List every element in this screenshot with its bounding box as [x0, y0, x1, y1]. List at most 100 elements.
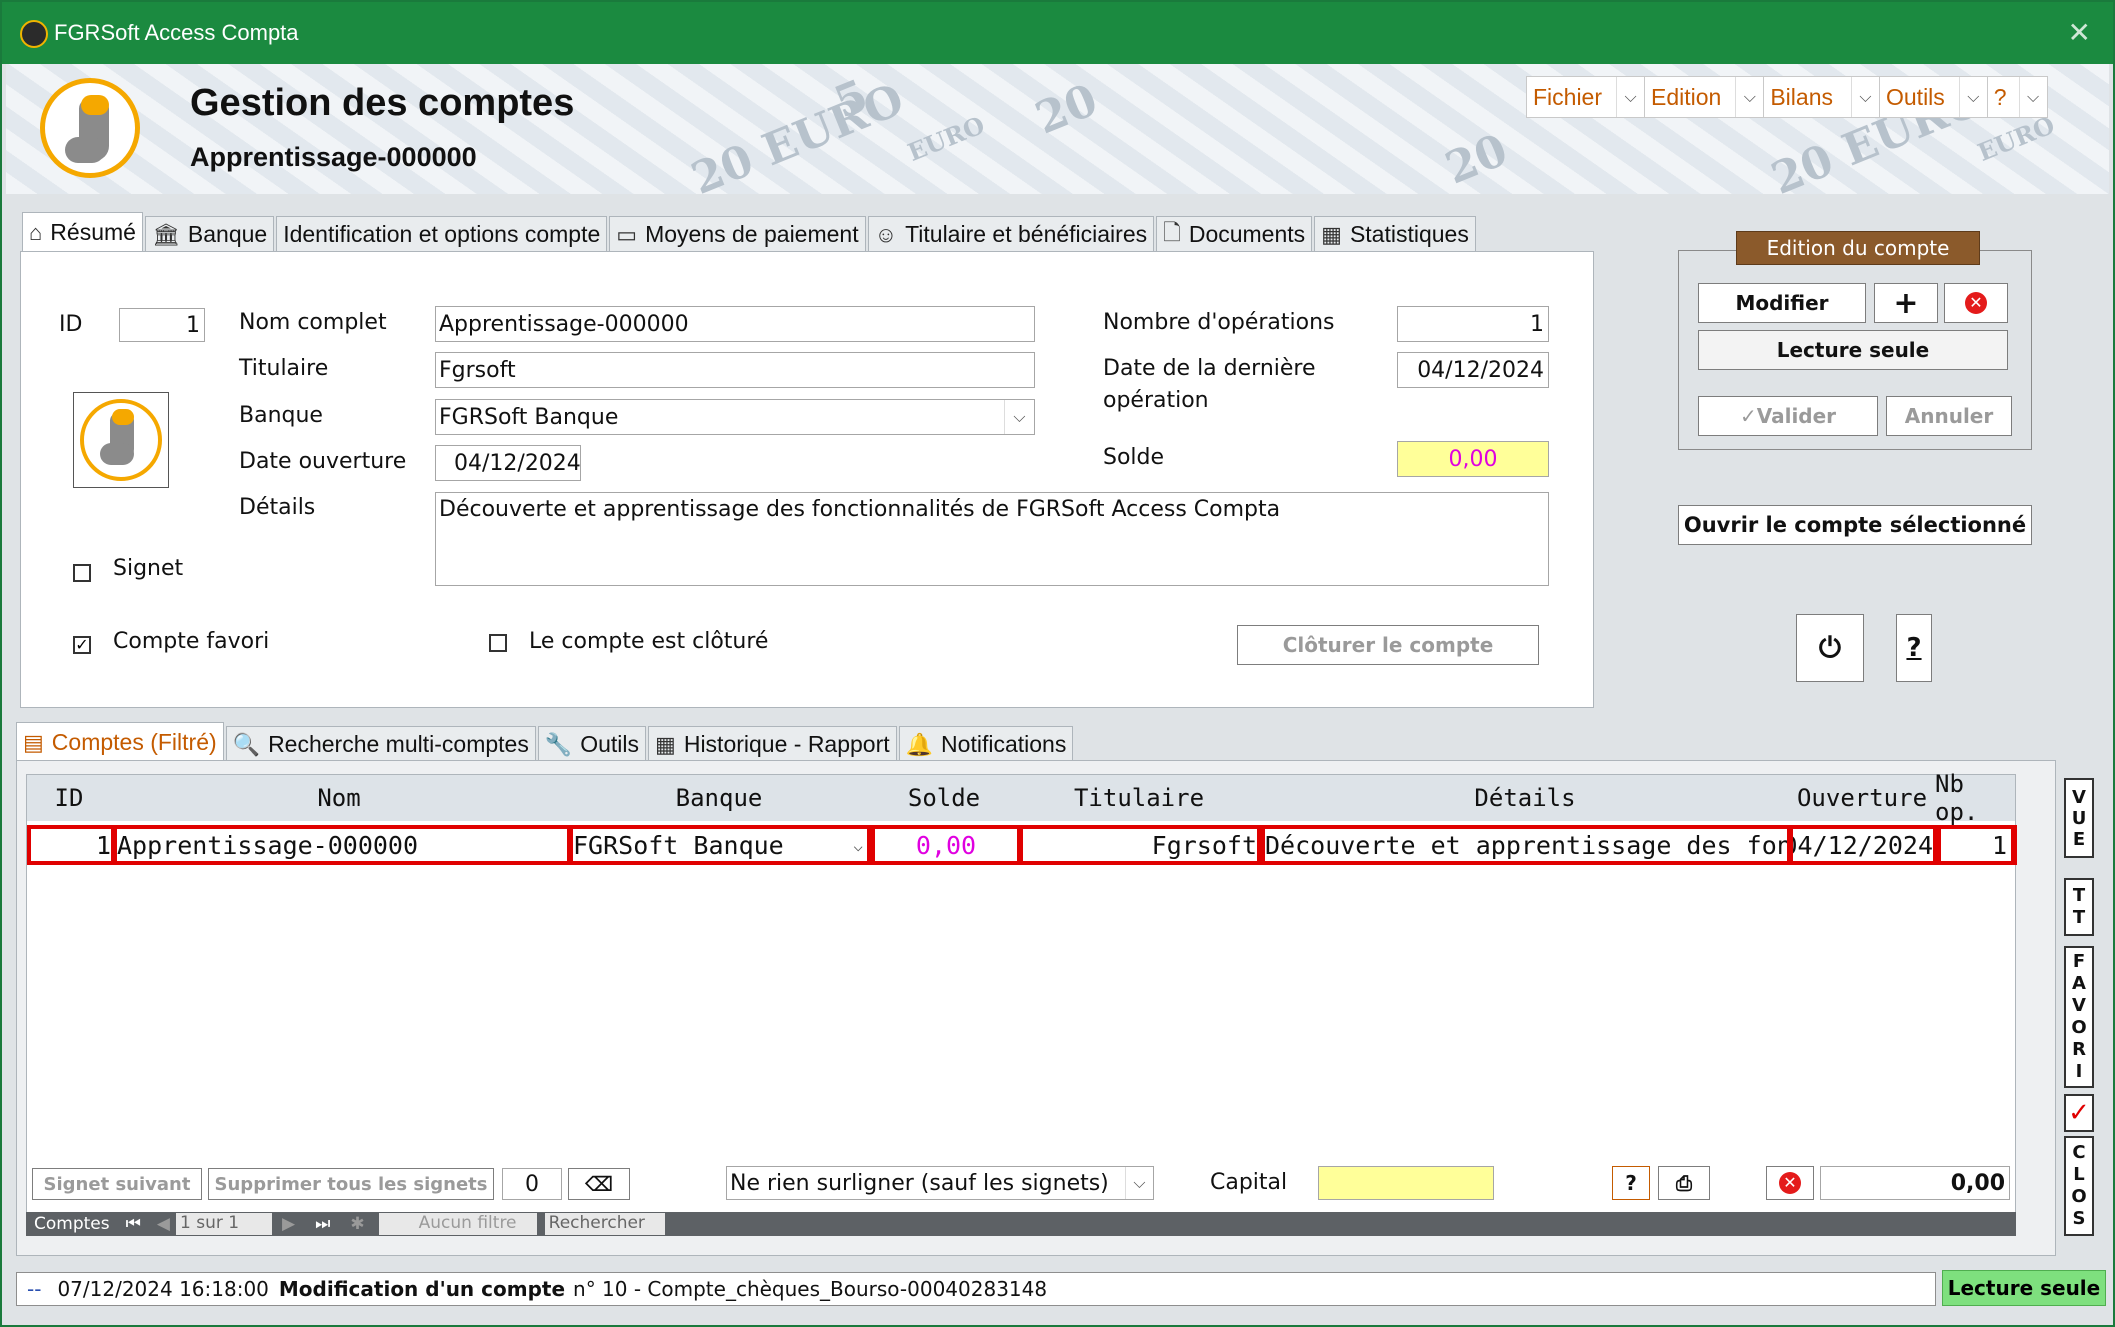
details-field[interactable]: Découverte et apprentissage des fonction…: [435, 492, 1549, 586]
cell-id[interactable]: 1: [31, 829, 111, 861]
table-row[interactable]: 1 Apprentissage-000000 FGRSoft Banque ⌵ …: [27, 825, 2017, 865]
chevron-down-icon[interactable]: ⌵: [853, 836, 863, 855]
annuler-button[interactable]: Annuler: [1886, 396, 2012, 436]
tab-historique[interactable]: ▦ Historique - Rapport: [648, 726, 897, 762]
titulaire-label: Titulaire: [239, 356, 329, 381]
lecture-seule-button[interactable]: Lecture seule: [1698, 330, 2008, 370]
app-icon: [20, 20, 48, 48]
chevron-down-icon[interactable]: ⌵: [1004, 400, 1034, 434]
next-record-icon[interactable]: ▶: [272, 1214, 305, 1234]
banknote-text: EURO: [903, 110, 989, 167]
details-label: Détails: [239, 495, 316, 520]
power-button[interactable]: ⏻: [1796, 614, 1864, 682]
col-header-titulaire[interactable]: Titulaire: [1017, 775, 1261, 821]
date-ouverture-field[interactable]: 04/12/2024: [435, 445, 581, 481]
clear-total-button[interactable]: ✕: [1766, 1166, 1814, 1200]
menu-edition[interactable]: Edition ⌵: [1645, 77, 1765, 117]
chevron-down-icon[interactable]: ⌵: [2018, 77, 2047, 117]
chevron-down-icon[interactable]: ⌵: [1851, 77, 1879, 117]
tab-identification[interactable]: Identification et options compte: [276, 216, 608, 252]
favori-checkbox[interactable]: ✓: [73, 636, 91, 654]
cell-ouverture[interactable]: 04/12/2024: [1793, 829, 1933, 861]
col-header-nbop[interactable]: Nb op.: [1935, 770, 2017, 826]
nom-field[interactable]: Apprentissage-000000: [435, 306, 1035, 342]
surligner-select[interactable]: Ne rien surligner (sauf les signets) ⌵: [726, 1166, 1154, 1200]
cell-nom[interactable]: Apprentissage-000000: [117, 829, 567, 861]
tab-notifications[interactable]: 🔔 Notifications: [898, 726, 1074, 762]
nav-search-input[interactable]: Rechercher: [544, 1213, 665, 1235]
tab-outils[interactable]: 🔧 Outils: [537, 726, 647, 762]
chevron-down-icon[interactable]: ⌵: [1616, 77, 1644, 117]
supprimer-signets-button[interactable]: Supprimer tous les signets: [208, 1168, 494, 1200]
vue-button[interactable]: VUE: [2064, 778, 2094, 858]
col-header-solde[interactable]: Solde: [871, 775, 1017, 821]
capital-help-button[interactable]: ?: [1612, 1166, 1650, 1200]
edition-legend: Edition du compte: [1736, 231, 1980, 265]
clos-filter-button[interactable]: CLOS: [2064, 1136, 2094, 1236]
add-button[interactable]: +: [1874, 283, 1938, 323]
cell-nbop[interactable]: 1: [1941, 829, 2011, 861]
menu-outils[interactable]: Outils ⌵: [1880, 77, 1988, 117]
banque-select[interactable]: FGRSoft Banque ⌵: [435, 399, 1035, 435]
close-icon[interactable]: ✕: [2068, 16, 2091, 49]
tab-recherche[interactable]: 🔍 Recherche multi-comptes: [225, 726, 536, 762]
top-tab-bar: ⌂ Résumé 🏛 Banque Identification et option…: [22, 212, 1478, 252]
cell-banque[interactable]: FGRSoft Banque ⌵: [573, 829, 867, 861]
col-header-banque[interactable]: Banque: [567, 775, 871, 821]
tab-moyens-paiement[interactable]: ▭ Moyens de paiement: [609, 216, 866, 252]
col-header-details[interactable]: Détails: [1261, 775, 1789, 821]
id-field[interactable]: 1: [119, 308, 205, 342]
print-button[interactable]: ⎙: [1658, 1166, 1710, 1200]
banque-label: Banque: [239, 403, 323, 428]
cell-titulaire[interactable]: Fgrsoft: [1023, 829, 1257, 861]
cell-solde[interactable]: 0,00: [875, 829, 1017, 861]
cell-details[interactable]: Découverte et apprentissage des fonction…: [1265, 829, 1787, 861]
titulaire-field[interactable]: Fgrsoft: [435, 352, 1035, 388]
chevron-down-icon[interactable]: ⌵: [1735, 77, 1763, 117]
tab-comptes[interactable]: ▤ Comptes (Filtré): [16, 722, 224, 762]
prev-record-icon[interactable]: ◀: [151, 1214, 176, 1234]
col-header-id[interactable]: ID: [27, 775, 111, 821]
new-record-icon[interactable]: ✱: [340, 1214, 374, 1234]
signet-suivant-button[interactable]: Signet suivant: [32, 1168, 202, 1200]
tab-documents[interactable]: 🗋 Documents: [1156, 216, 1313, 252]
cloturer-button[interactable]: Clôturer le compte: [1237, 625, 1539, 665]
menu-help[interactable]: ? ⌵: [1988, 77, 2047, 117]
menu-bilans[interactable]: Bilans ⌵: [1764, 77, 1880, 117]
last-record-icon[interactable]: ⏭: [305, 1214, 340, 1234]
check-circle-icon: ✓: [1739, 404, 1757, 428]
checkmark-icon[interactable]: ✓: [2064, 1094, 2094, 1132]
tab-statistiques[interactable]: ▦ Statistiques: [1314, 216, 1476, 252]
col-header-nom[interactable]: Nom: [111, 775, 567, 821]
last-op-field: 04/12/2024: [1397, 352, 1549, 388]
cloture-checkbox[interactable]: [489, 634, 507, 652]
first-record-icon[interactable]: ⏮: [116, 1214, 151, 1234]
delete-button[interactable]: ✕: [1944, 283, 2008, 323]
cloture-label: Le compte est clôturé: [529, 629, 769, 654]
close-icon: ✕: [1779, 1172, 1801, 1194]
nav-position[interactable]: 1 sur 1: [176, 1213, 272, 1235]
help-button[interactable]: ?: [1896, 614, 1932, 682]
nav-label: Comptes: [34, 1214, 110, 1234]
tt-button[interactable]: TT: [2064, 878, 2094, 936]
chevron-down-icon[interactable]: ⌵: [1125, 1167, 1153, 1199]
signet-checkbox[interactable]: [73, 564, 91, 582]
solde-field: 0,00: [1397, 441, 1549, 477]
tab-banque[interactable]: 🏛 Banque: [144, 216, 275, 252]
menu-fichier[interactable]: Fichier ⌵: [1527, 77, 1646, 117]
col-header-ouverture[interactable]: Ouverture: [1789, 775, 1935, 821]
nom-label: Nom complet: [239, 310, 387, 335]
filter-status[interactable]: Aucun filtre: [378, 1213, 537, 1235]
app-window: FGRSoft Access Compta ✕ 20 EURO 5 EURO 2…: [0, 0, 2115, 1327]
ouvrir-compte-button[interactable]: Ouvrir le compte sélectionné: [1678, 505, 2032, 545]
mode-badge: Lecture seule: [1942, 1270, 2106, 1306]
tab-titulaire[interactable]: ☺ Titulaire et bénéficiaires: [867, 216, 1155, 252]
eraser-button[interactable]: ⌫: [568, 1168, 630, 1200]
valider-button[interactable]: ✓ Valider: [1698, 396, 1878, 436]
person-icon: ☺: [874, 221, 898, 247]
chevron-down-icon[interactable]: ⌵: [1958, 77, 1987, 117]
modifier-button[interactable]: Modifier: [1698, 283, 1866, 323]
tab-resume[interactable]: ⌂ Résumé: [22, 212, 143, 252]
last-op-label: Date de la dernière: [1103, 356, 1316, 381]
favori-filter-button[interactable]: FAVORI: [2064, 946, 2094, 1088]
